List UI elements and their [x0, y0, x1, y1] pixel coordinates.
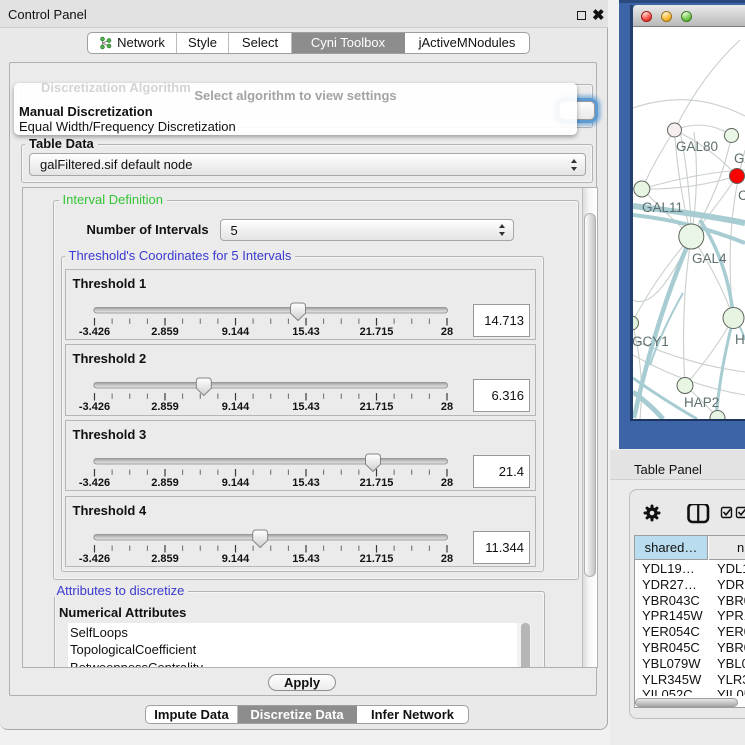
svg-text:28: 28: [440, 401, 452, 413]
svg-text:-3.426: -3.426: [78, 401, 109, 413]
svg-text:15.43: 15.43: [292, 477, 320, 489]
svg-text:21.715: 21.715: [359, 401, 393, 413]
svg-text:GAL4: GAL4: [692, 251, 727, 266]
svg-text:GAL80: GAL80: [676, 139, 718, 154]
svg-text:15.43: 15.43: [292, 401, 320, 413]
svg-text:2.859: 2.859: [151, 477, 179, 489]
svg-text:15.43: 15.43: [292, 325, 320, 337]
svg-text:CDC: CDC: [738, 188, 745, 203]
svg-text:HAP: HAP: [735, 332, 745, 347]
svg-text:9.144: 9.144: [221, 552, 249, 564]
svg-text:2.859: 2.859: [151, 401, 179, 413]
svg-text:-3.426: -3.426: [78, 477, 109, 489]
svg-text:28: 28: [440, 477, 452, 489]
svg-text:HAP2: HAP2: [684, 395, 719, 410]
svg-text:GAL2: GAL2: [734, 151, 745, 166]
svg-text:-3.426: -3.426: [78, 552, 109, 564]
svg-text:9.144: 9.144: [221, 401, 249, 413]
svg-text:9.144: 9.144: [221, 477, 249, 489]
svg-text:28: 28: [440, 325, 452, 337]
svg-text:28: 28: [440, 552, 452, 564]
svg-text:-3.426: -3.426: [78, 325, 109, 337]
svg-text:15.43: 15.43: [292, 552, 320, 564]
svg-text:GCY1: GCY1: [633, 334, 669, 349]
svg-text:21.715: 21.715: [359, 325, 393, 337]
svg-text:2.859: 2.859: [151, 552, 179, 564]
svg-text:21.715: 21.715: [359, 477, 393, 489]
svg-text:9.144: 9.144: [221, 325, 249, 337]
svg-text:2.859: 2.859: [151, 325, 179, 337]
svg-text:21.715: 21.715: [359, 552, 393, 564]
svg-text:GAL11: GAL11: [642, 200, 683, 215]
